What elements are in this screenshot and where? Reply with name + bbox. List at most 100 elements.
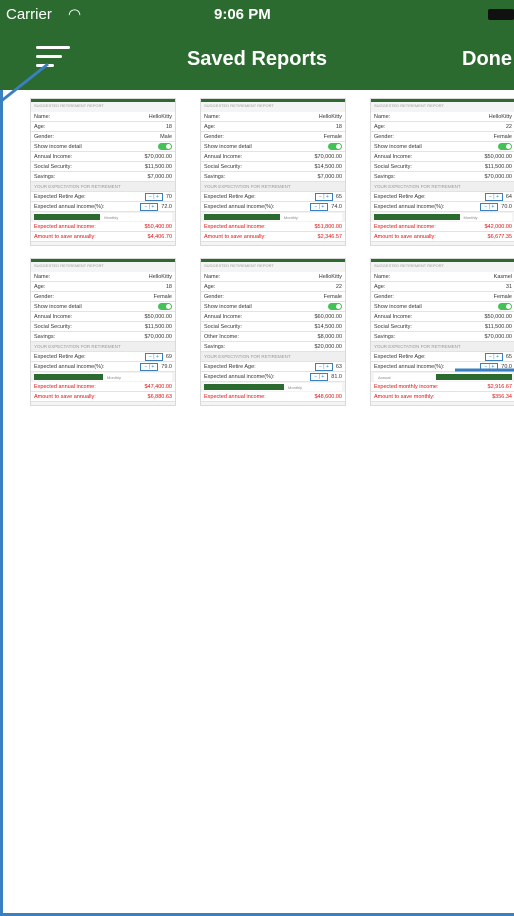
report-card[interactable]: SUGGESTED RETIREMENT REPORT Name: Kasmel Ag… bbox=[370, 258, 514, 406]
report-row: Name: HelloKitty bbox=[31, 272, 175, 282]
value-stepper[interactable]: − | + bbox=[140, 202, 159, 211]
row-value: $70,000.00 bbox=[314, 153, 342, 160]
report-row: Expected annual income(%): − | +72.0 bbox=[31, 202, 175, 212]
row-value: $14,500.00 bbox=[314, 163, 342, 170]
row-value: $51,800.00 bbox=[314, 223, 342, 230]
row-value: HelloKitty bbox=[318, 273, 342, 280]
row-value: Female bbox=[323, 293, 342, 300]
income-detail-toggle[interactable] bbox=[328, 143, 342, 150]
row-label: Savings: bbox=[34, 173, 56, 180]
report-card[interactable]: SUGGESTED RETIREMENT REPORT Name: HelloKit… bbox=[30, 258, 176, 406]
bar-label: Monthly bbox=[107, 374, 122, 380]
row-value: $6,677.35 bbox=[487, 233, 512, 240]
value-stepper[interactable]: − | + bbox=[484, 352, 503, 361]
report-card[interactable]: SUGGESTED RETIREMENT REPORT Name: HelloKit… bbox=[200, 258, 346, 406]
value-stepper[interactable]: − | + bbox=[140, 362, 159, 371]
report-row: Age: 31 bbox=[371, 282, 514, 292]
income-detail-toggle[interactable] bbox=[158, 303, 172, 310]
report-row: Amount to save annually: $6,677.35 bbox=[371, 232, 514, 242]
row-value: 18 bbox=[165, 283, 172, 290]
row-value-group: Female bbox=[494, 134, 512, 140]
value-stepper[interactable]: − | + bbox=[484, 192, 503, 201]
report-card[interactable]: SUGGESTED RETIREMENT REPORT Name: HelloKit… bbox=[370, 98, 514, 246]
report-row: Expected Retire Age: − | +63 bbox=[201, 362, 345, 372]
report-row: Expected Retire Age: − | +69 bbox=[31, 352, 175, 362]
row-label: Expected Retire Age: bbox=[34, 193, 86, 200]
income-detail-toggle[interactable] bbox=[158, 143, 172, 150]
bar-label: Monthly bbox=[104, 214, 119, 220]
row-value-group: $70,000.00 bbox=[144, 154, 172, 160]
row-value: 31 bbox=[505, 283, 512, 290]
savings-bar-fill bbox=[204, 214, 280, 220]
row-value: 79.0 bbox=[161, 363, 172, 370]
row-label: Age: bbox=[204, 283, 216, 290]
section-header: YOUR EXPECTATION FOR RETIREMENT bbox=[201, 352, 345, 362]
row-value: $50,000.00 bbox=[484, 313, 512, 320]
wifi-icon: ◠ bbox=[68, 6, 82, 23]
report-row: Savings: $7,000.00 bbox=[201, 172, 345, 182]
row-label: Gender: bbox=[204, 293, 224, 300]
row-value: $50,400.00 bbox=[144, 223, 172, 230]
row-value: $2,346.57 bbox=[317, 233, 342, 240]
income-detail-toggle[interactable] bbox=[498, 143, 512, 150]
value-stepper[interactable]: − | + bbox=[310, 372, 329, 381]
row-label: Annual Income: bbox=[204, 313, 243, 320]
value-stepper[interactable]: − | + bbox=[314, 192, 333, 201]
report-row: Show income detail bbox=[201, 142, 345, 152]
row-value-group: − | +69 bbox=[144, 352, 172, 361]
value-stepper[interactable]: − | + bbox=[480, 202, 499, 211]
report-row: Expected monthly income: $2,916.67 bbox=[371, 382, 514, 392]
row-label: Name: bbox=[204, 113, 221, 120]
row-label: Age: bbox=[204, 123, 216, 130]
row-value-group: HelloKitty bbox=[489, 114, 512, 120]
savings-bar: Monthly bbox=[34, 373, 172, 381]
row-value-group: $70,000.00 bbox=[144, 334, 172, 340]
row-label: Expected annual income: bbox=[374, 223, 436, 230]
row-value-group: − | +74.0 bbox=[310, 202, 342, 211]
row-label: Name: bbox=[374, 113, 391, 120]
row-label: Show income detail bbox=[204, 303, 252, 310]
row-label: Expected monthly income: bbox=[374, 383, 439, 390]
row-label: Expected Retire Age: bbox=[34, 353, 86, 360]
value-stepper[interactable]: − | + bbox=[144, 352, 163, 361]
income-detail-toggle[interactable] bbox=[498, 303, 512, 310]
row-label: Expected annual income: bbox=[34, 223, 96, 230]
card-header: SUGGESTED RETIREMENT REPORT bbox=[374, 103, 444, 108]
report-row: Age: 18 bbox=[31, 282, 175, 292]
report-row: Annual Income: $50,000.00 bbox=[371, 312, 514, 322]
report-row: Amount to save annually: $2,346.57 bbox=[201, 232, 345, 242]
value-stepper[interactable]: − | + bbox=[310, 202, 329, 211]
done-button[interactable]: Done bbox=[462, 48, 512, 71]
row-value-group: − | +79.0 bbox=[140, 362, 172, 371]
report-row: Name: HelloKitty bbox=[201, 112, 345, 122]
row-value: $7,000.00 bbox=[147, 173, 172, 180]
report-card[interactable]: SUGGESTED RETIREMENT REPORT Name: HelloKit… bbox=[200, 98, 346, 246]
report-card[interactable]: SUGGESTED RETIREMENT REPORT Name: HelloKit… bbox=[30, 98, 176, 246]
row-value-group: $2,346.57 bbox=[318, 234, 342, 240]
report-row: Show income detail bbox=[371, 302, 514, 312]
income-detail-toggle[interactable] bbox=[328, 303, 342, 310]
row-label: Savings: bbox=[34, 333, 56, 340]
report-row: Amount to save monthly: $356.34 bbox=[371, 392, 514, 402]
row-value-group: $6,880.63 bbox=[148, 394, 172, 400]
card-header: SUGGESTED RETIREMENT REPORT bbox=[374, 263, 444, 268]
row-value-group: $50,000.00 bbox=[484, 154, 512, 160]
value-stepper[interactable]: − | + bbox=[144, 192, 163, 201]
section-header: YOUR EXPECTATION FOR RETIREMENT bbox=[201, 182, 345, 192]
row-value-group: − | +72.0 bbox=[140, 202, 172, 211]
bar-label: Annual bbox=[378, 374, 391, 380]
row-label: Expected Retire Age: bbox=[374, 353, 426, 360]
report-row: Age: 18 bbox=[31, 122, 175, 132]
row-value: $50,000.00 bbox=[484, 153, 512, 160]
row-value: HelloKitty bbox=[148, 273, 172, 280]
row-value-group: $2,916.67 bbox=[488, 384, 512, 390]
section-header: YOUR EXPECTATION FOR RETIREMENT bbox=[31, 342, 175, 352]
savings-bar-fill bbox=[34, 214, 101, 220]
row-value: $11,500.00 bbox=[144, 323, 172, 330]
card-header: SUGGESTED RETIREMENT REPORT bbox=[34, 103, 104, 108]
row-value: $60,000.00 bbox=[314, 313, 342, 320]
row-value-group: $50,400.00 bbox=[144, 224, 172, 230]
row-value-group: $11,500.00 bbox=[485, 164, 512, 170]
report-row: Gender: Female bbox=[371, 292, 514, 302]
value-stepper[interactable]: − | + bbox=[314, 362, 333, 371]
